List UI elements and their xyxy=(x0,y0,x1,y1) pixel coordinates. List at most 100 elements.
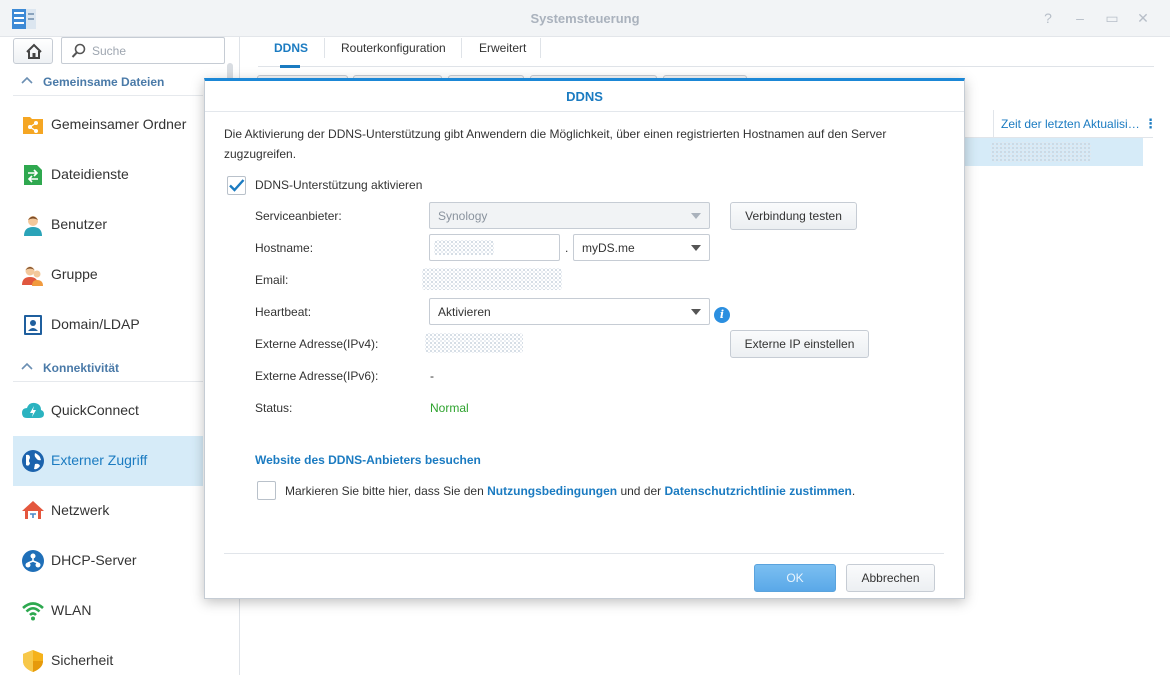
tab-separator xyxy=(540,38,541,58)
shared-folder-icon xyxy=(23,117,43,134)
redacted-hostname xyxy=(434,240,494,255)
checkmark-icon xyxy=(229,179,245,192)
domain-select[interactable]: myDS.me xyxy=(573,234,710,261)
sidebar-item-label: DHCP-Server xyxy=(51,552,137,568)
sidebar-item-label: Benutzer xyxy=(51,216,108,232)
set-external-ip-button[interactable]: Externe IP einstellen xyxy=(730,330,869,358)
window-titlebar: Systemsteuerung ? – ▭ ✕ xyxy=(0,0,1170,37)
sidebar-item-wlan[interactable]: WLAN xyxy=(13,586,203,636)
sidebar-item-external-access[interactable]: Externer Zugriff xyxy=(13,436,203,486)
sidebar-item-label: Externer Zugriff xyxy=(51,452,148,468)
ipv6-label: Externe Adresse(IPv6): xyxy=(255,369,379,383)
heartbeat-select[interactable]: Aktivieren xyxy=(429,298,710,325)
group-icon xyxy=(22,266,43,286)
redacted-ipv4 xyxy=(425,333,523,353)
provider-label: Serviceanbieter: xyxy=(255,209,342,223)
domain-value: myDS.me xyxy=(582,241,635,255)
close-icon[interactable]: ✕ xyxy=(1135,10,1151,26)
privacy-link[interactable]: Datenschutzrichtlinie zustimmen xyxy=(665,484,852,498)
chevron-down-icon xyxy=(691,309,701,315)
sidebar-item-label: Gemeinsamer Ordner xyxy=(51,116,187,132)
sidebar-item-shared-folder[interactable]: Gemeinsamer Ordner xyxy=(13,100,203,150)
help-icon[interactable]: ? xyxy=(1040,10,1056,26)
sidebar-item-label: WLAN xyxy=(51,602,92,618)
minimize-icon[interactable]: – xyxy=(1072,10,1088,26)
tab-bar: DDNS Routerkonfiguration Erweitert xyxy=(258,37,1154,68)
email-label: Email: xyxy=(255,273,289,287)
sidebar-item-group[interactable]: Gruppe xyxy=(13,250,203,300)
maximize-icon[interactable]: ▭ xyxy=(1104,10,1120,26)
sidebar-item-network[interactable]: Netzwerk xyxy=(13,486,203,536)
chevron-up-icon xyxy=(21,362,33,370)
globe-icon xyxy=(22,450,44,472)
search-input[interactable]: Suche xyxy=(61,37,225,64)
heartbeat-value: Aktivieren xyxy=(438,305,491,319)
window-title: Systemsteuerung xyxy=(530,11,640,26)
sidebar-item-label: Netzwerk xyxy=(51,502,110,518)
tab-ddns[interactable]: DDNS xyxy=(274,41,308,55)
shield-icon xyxy=(23,650,43,672)
search-placeholder: Suche xyxy=(92,44,127,58)
chevron-down-icon xyxy=(691,213,701,219)
sidebar-item-file-services[interactable]: Dateidienste xyxy=(13,150,203,200)
provider-value: Synology xyxy=(438,209,488,223)
group-label: Konnektivität xyxy=(43,361,120,375)
sidebar-item-security[interactable]: Sicherheit xyxy=(13,636,203,675)
column-last-update[interactable]: Zeit der letzten Aktualisi… xyxy=(1001,117,1140,131)
test-connection-button[interactable]: Verbindung testen xyxy=(730,202,857,230)
redacted-timestamp xyxy=(991,142,1091,162)
agree-middle: und der xyxy=(620,484,662,498)
quickconnect-icon xyxy=(22,402,44,418)
info-icon[interactable]: i xyxy=(714,307,730,323)
tab-advanced[interactable]: Erweitert xyxy=(479,41,526,55)
terms-link[interactable]: Nutzungsbedingungen xyxy=(487,484,617,498)
dialog-footer-divider xyxy=(224,553,944,554)
chevron-up-icon xyxy=(21,76,33,84)
ddns-dialog: DDNS Die Aktivierung der DDNS-Unterstütz… xyxy=(204,78,965,599)
dialog-description: Die Aktivierung der DDNS-Unterstützung g… xyxy=(224,127,887,161)
provider-select[interactable]: Synology xyxy=(429,202,710,229)
cancel-button[interactable]: Abbrechen xyxy=(846,564,935,592)
sidebar-item-label: QuickConnect xyxy=(51,402,139,418)
user-icon xyxy=(24,216,42,236)
dialog-title: DDNS xyxy=(205,81,964,112)
redacted-email xyxy=(422,268,562,290)
agree-prefix: Markieren Sie bitte hier, dass Sie den xyxy=(285,484,484,498)
sidebar-item-user[interactable]: Benutzer xyxy=(13,200,203,250)
agree-terms-checkbox[interactable] xyxy=(257,481,276,500)
domain-icon xyxy=(24,315,42,335)
hostname-label: Hostname: xyxy=(255,241,314,255)
group-header-shared-files[interactable]: Gemeinsame Dateien xyxy=(13,68,203,96)
agree-terms-text: Markieren Sie bitte hier, dass Sie den N… xyxy=(285,484,855,498)
hostname-input[interactable] xyxy=(429,234,560,261)
sidebar-item-quickconnect[interactable]: QuickConnect xyxy=(13,386,203,436)
home-icon xyxy=(26,43,42,59)
tab-router-config[interactable]: Routerkonfiguration xyxy=(341,41,446,55)
tab-separator xyxy=(324,38,325,58)
group-label: Gemeinsame Dateien xyxy=(43,75,165,89)
sidebar-item-dhcp-server[interactable]: DHCP-Server xyxy=(13,536,203,586)
column-separator xyxy=(993,110,994,138)
sidebar-item-label: Dateidienste xyxy=(51,166,129,182)
enable-ddns-checkbox[interactable] xyxy=(227,176,246,195)
file-services-icon xyxy=(24,165,42,185)
ok-button[interactable]: OK xyxy=(754,564,836,592)
tab-separator xyxy=(461,38,462,58)
sidebar-item-label: Gruppe xyxy=(51,266,98,282)
wifi-icon xyxy=(22,602,44,621)
ipv6-value: - xyxy=(430,369,434,383)
search-icon xyxy=(71,43,86,58)
dhcp-icon xyxy=(22,550,44,572)
sidebar-item-domain-ldap[interactable]: Domain/LDAP xyxy=(13,300,203,350)
group-header-connectivity[interactable]: Konnektivität xyxy=(13,354,203,382)
status-value: Normal xyxy=(430,401,469,415)
home-button[interactable] xyxy=(13,38,53,64)
provider-website-link[interactable]: Website des DDNS-Anbieters besuchen xyxy=(255,453,481,467)
active-tab-indicator xyxy=(280,65,300,68)
agree-suffix: . xyxy=(851,484,856,498)
network-icon xyxy=(22,501,44,519)
enable-ddns-label: DDNS-Unterstützung aktivieren xyxy=(255,178,423,192)
column-menu-icon[interactable]: ⋮ xyxy=(1144,116,1157,132)
hostname-dot: . xyxy=(565,241,569,255)
chevron-down-icon xyxy=(691,245,701,251)
